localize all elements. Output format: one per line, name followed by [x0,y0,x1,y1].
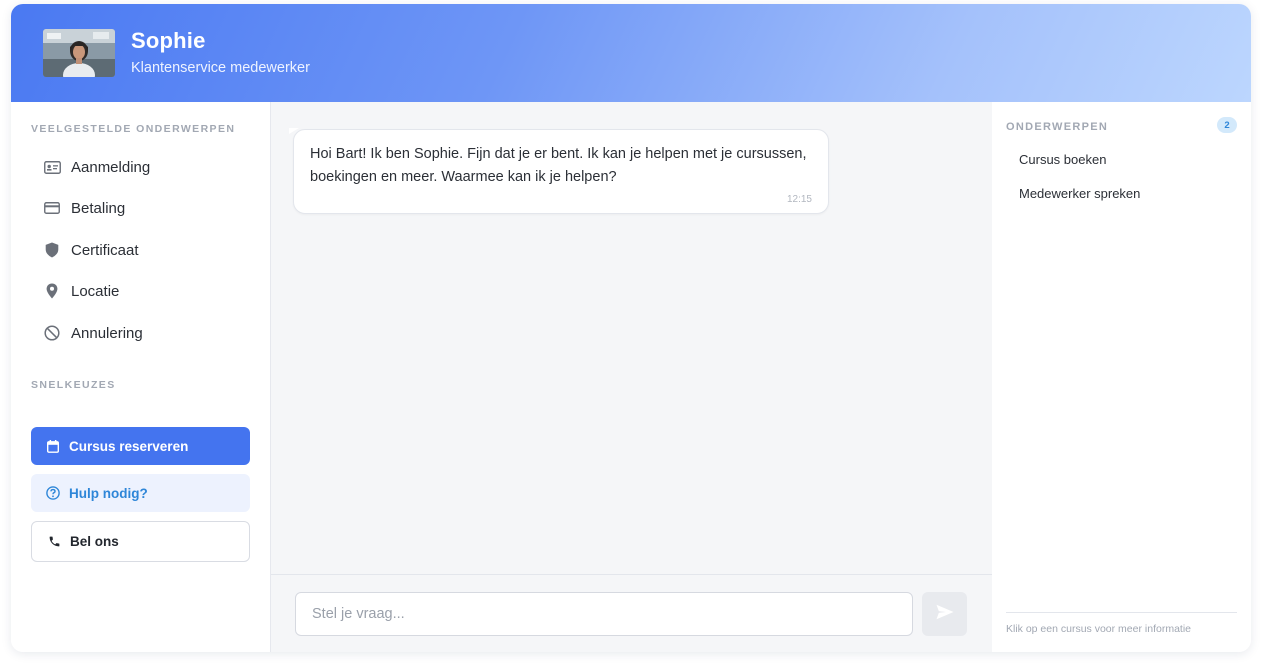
call-us-button[interactable]: Bel ons [31,521,250,562]
topic-label: Locatie [71,282,120,300]
subjects-count-badge: 2 [1217,117,1237,133]
subject-item-cursus-boeken[interactable]: Cursus boeken [1019,152,1106,167]
agent-name: Sophie [131,28,206,53]
topic-label: Aanmelding [71,158,151,176]
agent-role: Klantenservice medewerker [131,60,310,76]
topic-label: Certificaat [71,241,139,259]
subjects-title: ONDERWERPEN [1006,121,1109,133]
phone-icon [46,534,62,550]
left-sidebar: VEELGESTELDE ONDERWERPEN Aanmelding Beta… [11,102,271,652]
reserve-course-label: Cursus reserveren [69,438,189,454]
topic-aanmelding[interactable]: Aanmelding [31,152,251,182]
topic-betaling[interactable]: Betaling [31,193,251,223]
shield-icon [41,239,63,261]
message-time: 12:15 [786,194,812,205]
avatar [43,29,115,77]
chat-area: Hoi Bart! Ik ben Sophie. Fijn dat je er … [271,102,992,652]
message-composer [271,574,992,652]
message-text: Hoi Bart! Ik ben Sophie. Fijn dat je er … [310,146,807,185]
agent-photo [43,29,115,77]
message-input[interactable] [295,592,913,636]
help-label: Hulp nodig? [69,485,148,501]
divider [1006,612,1237,613]
chat-app: Sophie Klantenservice medewerker VEELGES… [11,4,1251,652]
location-pin-icon [41,280,63,302]
topic-label: Betaling [71,199,126,217]
subject-item-medewerker-spreken[interactable]: Medewerker spreken [1019,186,1140,201]
calendar-icon [45,438,61,454]
topic-annulering[interactable]: Annulering [31,318,251,348]
block-icon [41,322,63,344]
topic-certificaat[interactable]: Certificaat [31,235,251,265]
send-button[interactable] [922,592,967,636]
help-button[interactable]: Hulp nodig? [31,474,250,512]
chat-header: Sophie Klantenservice medewerker [11,4,1251,102]
topic-locatie[interactable]: Locatie [31,276,251,306]
agent-message: Hoi Bart! Ik ben Sophie. Fijn dat je er … [293,129,829,214]
topics-section-title: VEELGESTELDE ONDERWERPEN [31,123,236,135]
help-circle-icon [45,485,61,501]
topic-label: Annulering [71,324,143,342]
quick-section-title: SNELKEUZES [31,379,116,391]
credit-card-icon [41,197,63,219]
reserve-course-button[interactable]: Cursus reserveren [31,427,250,465]
send-icon [936,604,954,625]
call-us-label: Bel ons [70,534,119,549]
right-panel: ONDERWERPEN 2 Cursus boeken Medewerker s… [992,102,1251,652]
id-card-icon [41,156,63,178]
info-hint: Klik op een cursus voor meer informatie [1006,623,1191,635]
